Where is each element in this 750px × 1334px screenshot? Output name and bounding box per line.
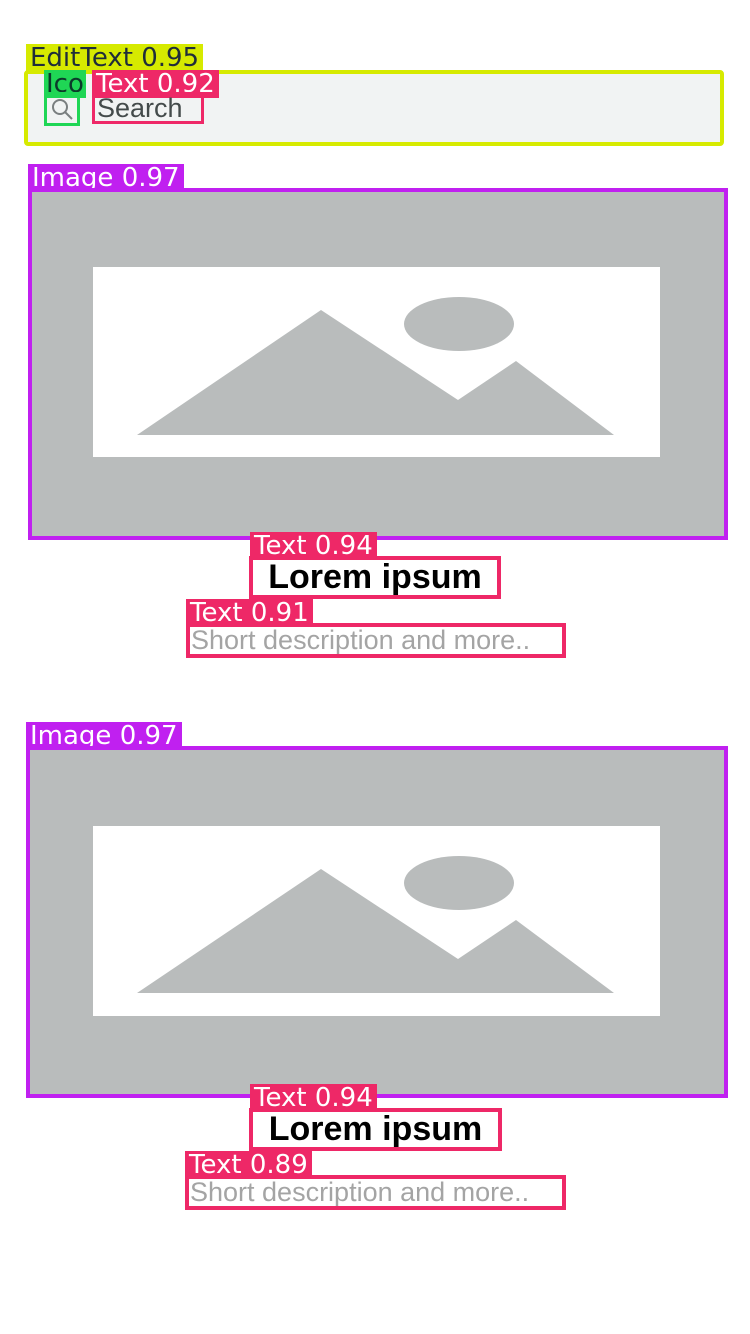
card-image[interactable] xyxy=(28,188,728,540)
search-icon[interactable] xyxy=(44,92,80,126)
search-placeholder-text: Search xyxy=(92,92,204,124)
card-description: Short description and more.. xyxy=(185,1175,566,1210)
image-placeholder-icon xyxy=(30,750,724,1094)
image-placeholder-icon xyxy=(32,192,724,536)
card-image[interactable] xyxy=(26,746,728,1098)
card-title: Lorem ipsum xyxy=(249,1108,502,1151)
card-title: Lorem ipsum xyxy=(249,556,501,599)
card-description: Short description and more.. xyxy=(186,623,566,658)
edittext-annotation-label: EditText 0.95 xyxy=(26,44,204,72)
